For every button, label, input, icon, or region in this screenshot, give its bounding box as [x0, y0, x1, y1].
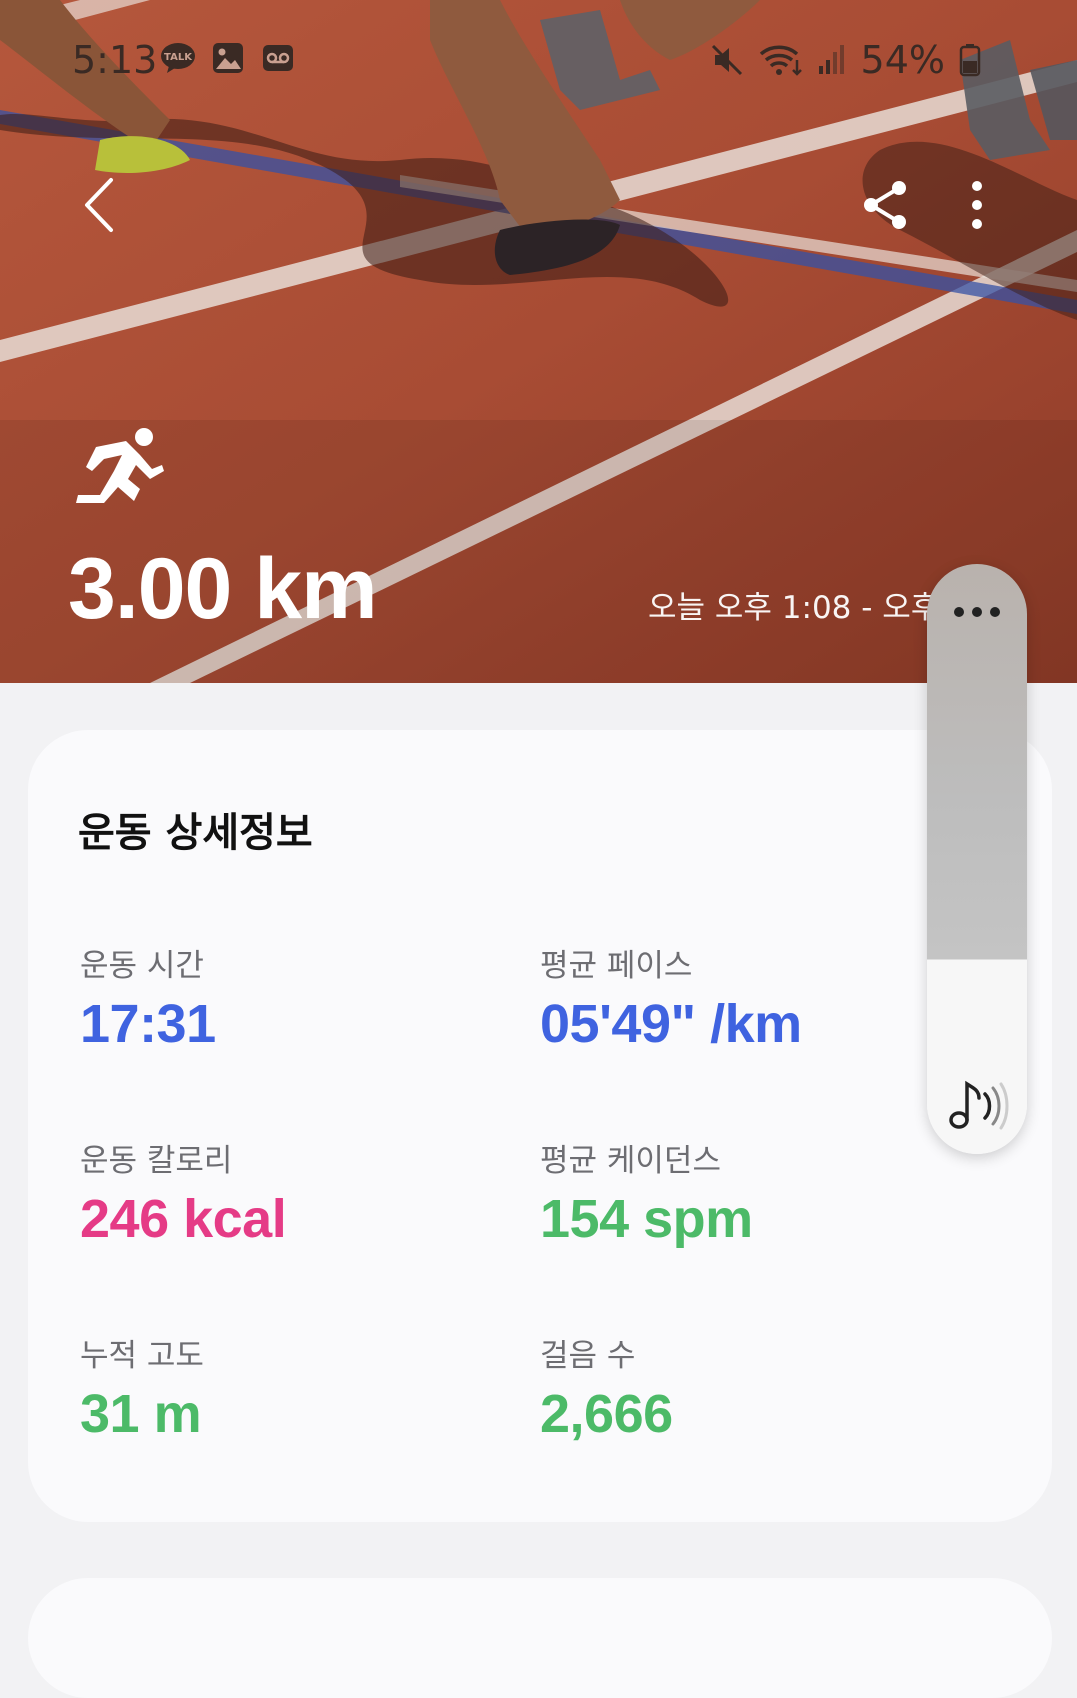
metric-steps: 걸음 수 2,666 — [540, 1330, 673, 1445]
distance-value: 3.00 km — [68, 541, 378, 637]
voicemail-icon — [263, 45, 293, 71]
metric-avg-pace: 평균 페이스 05'49" /km — [540, 940, 802, 1055]
battery-icon — [959, 44, 981, 77]
running-icon — [76, 428, 164, 503]
media-sound-icon[interactable] — [945, 1076, 1009, 1132]
chevron-left-icon — [85, 178, 113, 232]
share-button[interactable] — [850, 170, 920, 240]
signal-icon — [818, 45, 844, 74]
metric-avg-cadence: 평균 케이던스 154 spm — [540, 1135, 753, 1250]
metric-label: 누적 고도 — [80, 1338, 204, 1374]
metric-value: 17:31 — [80, 994, 216, 1054]
metric-label: 걸음 수 — [540, 1338, 636, 1374]
metric-value: 154 spm — [540, 1189, 753, 1249]
mute-icon — [711, 44, 742, 76]
media-volume-panel[interactable] — [927, 564, 1027, 1154]
workout-details-card: 운동 상세정보 운동 시간 17:31 평균 페이스 05'49" /km 운동… — [28, 730, 1052, 1522]
next-card — [28, 1578, 1052, 1698]
card-title: 운동 상세정보 — [78, 810, 313, 856]
more-options-button[interactable] — [942, 170, 1012, 240]
workout-time-range: 오늘 오후 1:08 - 오후 — [648, 590, 933, 626]
gallery-icon — [213, 43, 243, 73]
vertical-dots-icon — [972, 181, 982, 229]
system-status-icons: 54% — [709, 38, 981, 82]
notification-icons: TALK — [160, 40, 296, 76]
metric-value: 2,666 — [540, 1384, 673, 1444]
svg-text:TALK: TALK — [164, 52, 193, 63]
kakaotalk-icon: TALK — [161, 43, 195, 73]
hero-banner: 5:13 TALK 54% 3.00 km 오늘 오후 1:08 - 오후 — [0, 0, 1077, 683]
status-time: 5:13 — [72, 38, 158, 82]
wifi-icon — [759, 45, 802, 76]
metric-label: 운동 칼로리 — [80, 1143, 233, 1179]
metric-value: 31 m — [80, 1384, 202, 1444]
metric-value: 246 kcal — [80, 1189, 287, 1249]
share-icon — [864, 181, 906, 229]
status-bar: 5:13 TALK 54% — [0, 30, 1077, 90]
metric-label: 운동 시간 — [80, 948, 204, 984]
metric-label: 평균 페이스 — [540, 948, 693, 984]
back-button[interactable] — [64, 170, 134, 240]
metric-value: 05'49" /km — [540, 994, 802, 1054]
horizontal-dots-icon[interactable] — [927, 602, 1027, 622]
metric-elevation-gain: 누적 고도 31 m — [80, 1330, 204, 1445]
metric-duration: 운동 시간 17:31 — [80, 940, 216, 1055]
metric-calories: 운동 칼로리 246 kcal — [80, 1135, 287, 1250]
metric-label: 평균 케이던스 — [540, 1143, 721, 1179]
battery-percent: 54% — [860, 38, 945, 82]
